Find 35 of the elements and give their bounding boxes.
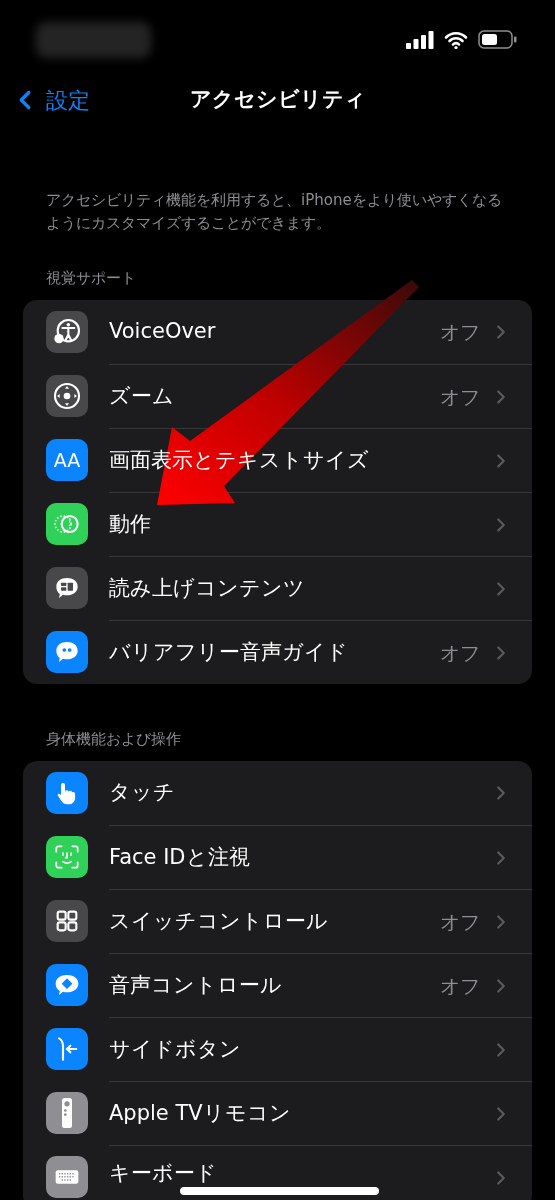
row-label: Face IDと注視 <box>109 843 250 871</box>
row-value: オフ <box>440 639 480 667</box>
wifi-icon <box>444 30 468 49</box>
row-label: 読み上げコンテンツ <box>109 574 305 602</box>
row-label: ズーム <box>109 382 174 410</box>
text-size-icon: AA <box>53 450 81 470</box>
row-label: VoiceOver <box>109 318 216 346</box>
row-label: タッチ <box>109 779 175 807</box>
description-text: アクセシビリティ機能を利用すると、iPhoneをより使いやすくなるようにカスタマイズすることができます。 <box>45 190 503 234</box>
row-label: 音声コントロール <box>109 971 282 999</box>
row-label: 動作 <box>109 510 151 538</box>
row-label: Apple TVリモコン <box>109 1099 291 1127</box>
page-title: アクセシビリティ <box>189 86 366 114</box>
row-label: スイッチコントロール <box>109 907 328 935</box>
settings-row[interactable]: Apple TVリモコン <box>23 1081 532 1145</box>
section-header: 視覚サポート <box>45 268 137 288</box>
settings-row[interactable]: バリアフリー音声ガイド オフ <box>23 620 532 684</box>
battery-icon <box>478 30 517 49</box>
settings-row[interactable]: Face IDと注視 <box>23 825 532 889</box>
row-label: バリアフリー音声ガイド <box>109 638 348 666</box>
settings-row[interactable]: サイドボタン <box>23 1017 532 1081</box>
settings-row[interactable]: 読み上げコンテンツ <box>23 556 532 620</box>
remote-icon <box>62 1098 72 1128</box>
signal-icon <box>406 30 434 49</box>
settings-row[interactable]: タッチ <box>23 761 532 825</box>
row-label: サイドボタン <box>109 1035 241 1063</box>
row-value: オフ <box>440 319 480 346</box>
row-value: オフ <box>440 972 480 1000</box>
settings-row[interactable]: スイッチコントロール オフ <box>23 889 532 953</box>
row-value: オフ <box>440 383 480 411</box>
settings-row[interactable]: 音声コントロール オフ <box>23 953 532 1017</box>
row-label: キーボード <box>109 1159 217 1187</box>
row-value: オフ <box>440 908 480 936</box>
section-header: 身体機能および操作 <box>45 729 182 749</box>
back-button[interactable]: 設定 <box>10 83 90 117</box>
